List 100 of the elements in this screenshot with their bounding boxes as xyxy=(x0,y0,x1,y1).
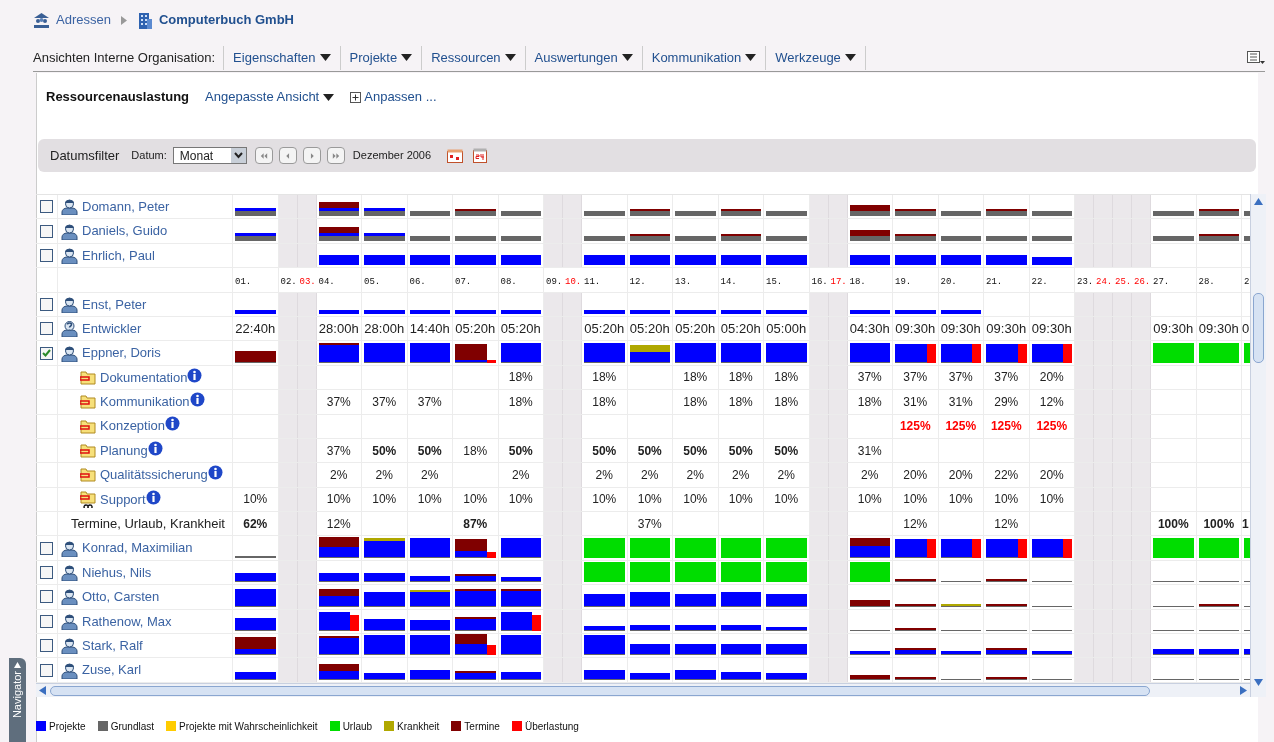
scroll-left-icon[interactable] xyxy=(39,686,46,695)
percent-value: 37% xyxy=(994,369,1019,387)
scroll-thumb[interactable] xyxy=(50,685,1150,696)
vertical-scrollbar[interactable] xyxy=(1250,194,1266,697)
calendar-range-icon[interactable] xyxy=(447,148,464,163)
menu-button[interactable]: Auswertungen xyxy=(524,45,642,70)
load-bar xyxy=(1198,209,1239,217)
checkbox[interactable] xyxy=(40,566,53,580)
percent-value: 18% xyxy=(463,442,488,460)
project-link[interactable]: Qualitätssicherung xyxy=(100,465,208,485)
menu-button[interactable]: Ressourcen xyxy=(421,45,525,70)
load-bar xyxy=(720,209,761,217)
scroll-down-icon[interactable] xyxy=(1254,679,1263,686)
checkbox[interactable] xyxy=(40,639,53,653)
person-icon xyxy=(61,198,78,216)
legend-label: Termine xyxy=(464,719,500,734)
legend-label: Überlastung xyxy=(524,719,579,734)
load-bar xyxy=(629,625,670,632)
person-link[interactable]: Eppner, Doris xyxy=(82,343,161,363)
person-link[interactable]: Otto, Carsten xyxy=(82,587,160,607)
pager-button[interactable] xyxy=(278,147,297,164)
checkbox[interactable] xyxy=(40,200,53,214)
customize-button[interactable]: Anpassen ... xyxy=(350,87,437,107)
percent-value: 100% xyxy=(1203,515,1235,533)
notes-menu-icon[interactable] xyxy=(1247,50,1265,65)
person-link[interactable]: Ehrlich, Paul xyxy=(82,245,155,266)
breadcrumb-link[interactable]: Adressen xyxy=(56,10,111,30)
navigator-tab[interactable]: Navigator xyxy=(9,658,26,742)
person-link[interactable]: Enst, Peter xyxy=(82,294,147,314)
load-bar xyxy=(895,209,936,217)
horizontal-scrollbar[interactable] xyxy=(36,683,1250,697)
load-bar xyxy=(1031,343,1072,363)
legend-label: Grundlast xyxy=(110,719,155,734)
pager-button[interactable] xyxy=(302,147,321,164)
menu-button[interactable]: Projekte xyxy=(339,45,422,70)
scroll-thumb[interactable] xyxy=(1253,293,1264,363)
project-link[interactable]: Konzeption xyxy=(100,416,166,436)
percent-value: 62% xyxy=(243,515,268,533)
person-link[interactable]: Daniels, Guido xyxy=(82,221,168,241)
menu-button[interactable]: Werkzeuge xyxy=(765,45,866,70)
period-select[interactable]: Monat xyxy=(172,147,247,164)
percent-value: 50% xyxy=(417,442,442,460)
info-icon[interactable] xyxy=(147,440,163,456)
day-label: 21. xyxy=(986,276,1003,290)
pager-button[interactable] xyxy=(254,147,273,164)
percent-value: 125% xyxy=(1036,418,1068,436)
load-bar xyxy=(500,211,541,217)
project-link[interactable]: Dokumentation xyxy=(100,367,188,388)
person-link[interactable]: Rathenow, Max xyxy=(82,611,172,632)
percent-value: 2% xyxy=(777,467,795,484)
scroll-right-icon[interactable] xyxy=(1240,686,1247,695)
percent-value: 20% xyxy=(903,467,928,484)
calendar-today-icon[interactable] xyxy=(473,148,488,163)
load-bar xyxy=(1153,649,1194,656)
breadcrumb-link[interactable]: Computerbuch GmbH xyxy=(158,10,294,30)
load-bar xyxy=(318,573,359,583)
info-icon[interactable] xyxy=(189,392,205,408)
person-link[interactable]: Domann, Peter xyxy=(82,196,170,217)
checkbox[interactable] xyxy=(40,322,53,336)
day-label: 08. xyxy=(500,276,517,290)
menu-button[interactable]: Kommunikation xyxy=(641,45,766,70)
load-bar xyxy=(720,625,761,632)
checkmark-icon xyxy=(42,349,51,358)
load-bar xyxy=(1198,603,1239,607)
load-bar xyxy=(235,637,276,656)
view-menu-button[interactable]: Angepasste Ansicht xyxy=(205,87,335,107)
load-bar xyxy=(895,579,936,583)
person-link[interactable]: Niehus, Nils xyxy=(82,562,152,583)
project-link[interactable]: Planung xyxy=(100,440,148,461)
person-link[interactable]: Stark, Ralf xyxy=(82,635,143,656)
pager-button[interactable] xyxy=(326,147,345,164)
percent-value: 22% xyxy=(994,467,1019,484)
percent-value: 18% xyxy=(508,393,533,411)
day-label: 19. xyxy=(895,276,912,290)
menu-button[interactable]: Eigenschaften xyxy=(223,45,340,70)
scroll-up-icon[interactable] xyxy=(1254,198,1263,205)
info-icon[interactable] xyxy=(187,367,203,383)
load-bar xyxy=(675,644,716,656)
load-bar xyxy=(986,579,1027,583)
info-icon[interactable] xyxy=(165,416,181,432)
role-link[interactable]: Entwickler xyxy=(82,318,142,339)
load-bar xyxy=(766,255,807,266)
info-icon[interactable] xyxy=(207,465,223,481)
person-link[interactable]: Konrad, Maximilian xyxy=(82,538,193,558)
load-bar xyxy=(500,309,541,314)
checkbox[interactable] xyxy=(40,590,53,604)
load-bar xyxy=(500,671,541,680)
load-bar xyxy=(1031,538,1072,558)
project-link[interactable]: Kommunikation xyxy=(100,392,190,412)
day-label: 15. xyxy=(766,276,783,290)
day-label: 2 xyxy=(1244,276,1250,290)
load-bar xyxy=(849,255,890,266)
load-bar xyxy=(1244,537,1250,558)
load-bar xyxy=(318,226,359,241)
load-bar xyxy=(318,663,359,680)
project-link[interactable]: Support xyxy=(100,489,146,510)
day-label: 05. xyxy=(364,276,381,290)
info-icon[interactable] xyxy=(145,489,161,505)
load-bar xyxy=(364,342,405,363)
person-link[interactable]: Zuse, Karl xyxy=(82,660,142,680)
